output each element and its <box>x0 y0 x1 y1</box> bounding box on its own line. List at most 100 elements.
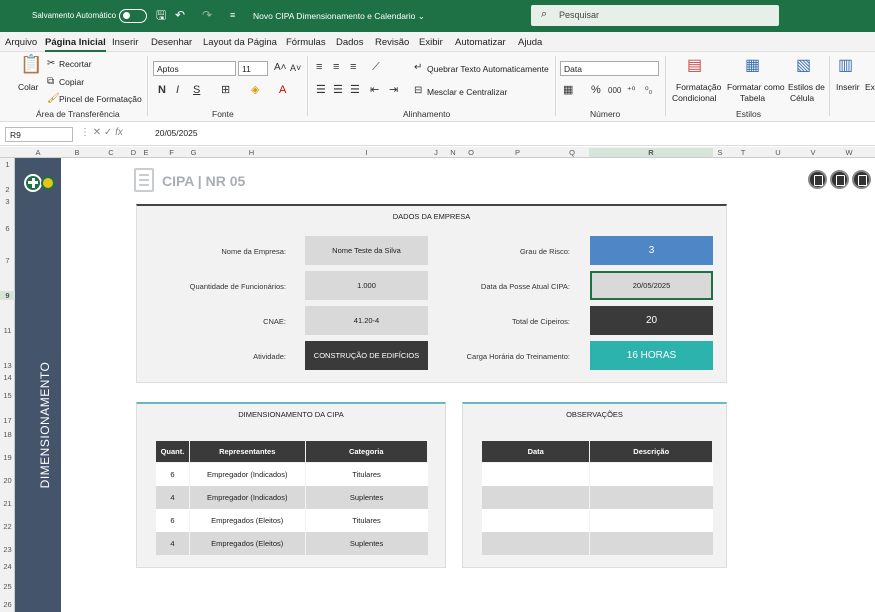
format-painter-icon[interactable]: 🖌 <box>47 93 60 105</box>
insert-cells-button[interactable]: Inserir <box>836 82 860 92</box>
cell-categoria[interactable]: Titulares <box>304 508 428 532</box>
tab-pagina-inicial[interactable]: Página Inicial <box>45 37 106 52</box>
activity-value[interactable]: CONSTRUÇÃO DE EDIFÍCIOS <box>305 341 428 370</box>
cell-descricao[interactable] <box>589 508 713 532</box>
column-header[interactable]: S <box>713 148 727 157</box>
number-format-select[interactable]: Data <box>560 61 659 76</box>
posse-date-cell-selected[interactable]: 20/05/2025 <box>590 271 713 300</box>
align-top-icon[interactable]: ≡ <box>316 61 322 73</box>
tab-formulas[interactable]: Fórmulas <box>286 37 326 48</box>
row-header[interactable]: 23 <box>0 545 15 554</box>
align-right-icon[interactable]: ☰ <box>350 84 360 96</box>
nav-button-calendar[interactable] <box>830 170 849 189</box>
cell-data[interactable] <box>480 462 590 486</box>
column-header[interactable]: C <box>93 148 129 157</box>
cnae-value[interactable]: 41.20-4 <box>305 306 428 335</box>
format-painter-button[interactable]: Pincel de Formatação <box>59 94 142 104</box>
bold-icon[interactable]: N <box>158 84 166 96</box>
row-header[interactable]: 18 <box>0 430 15 439</box>
copy-button[interactable]: Copiar <box>59 77 84 87</box>
cell-data[interactable] <box>480 485 590 509</box>
row-header[interactable]: 26 <box>0 600 15 609</box>
row-header[interactable]: 20 <box>0 476 15 485</box>
tab-layout[interactable]: Layout da Página <box>203 37 277 48</box>
fill-color-icon[interactable]: ◈ <box>251 84 259 96</box>
cell-styles-icon[interactable]: ▧ <box>796 58 811 74</box>
row-header[interactable]: 21 <box>0 499 15 508</box>
cell-data[interactable] <box>480 508 590 532</box>
decrease-decimal-icon[interactable]: ⁰₀ <box>645 84 652 96</box>
format-table-icon[interactable]: ▦ <box>745 58 760 74</box>
increase-font-icon[interactable]: A˄ <box>274 62 287 74</box>
align-middle-icon[interactable]: ≡ <box>333 61 339 73</box>
row-header[interactable]: 24 <box>0 562 15 571</box>
company-name-value[interactable]: Nome Teste da Silva <box>305 236 428 265</box>
insert-cells-icon[interactable]: ▥ <box>838 58 853 74</box>
row-header[interactable]: 11 <box>0 326 15 335</box>
conditional-format-icon[interactable]: ▤ <box>687 58 702 74</box>
cut-button[interactable]: Recortar <box>59 59 92 69</box>
row-header[interactable]: 19 <box>0 453 15 462</box>
cell-quant[interactable]: 4 <box>155 531 190 555</box>
cell-descricao[interactable] <box>589 531 713 555</box>
column-header[interactable]: D <box>129 148 138 157</box>
column-header[interactable]: I <box>305 148 428 157</box>
row-header[interactable]: 17 <box>0 416 15 425</box>
autosave-toggle[interactable] <box>119 9 147 23</box>
save-icon[interactable]: 🖫 <box>156 8 166 22</box>
decrease-indent-icon[interactable]: ⇤ <box>370 84 379 96</box>
paste-icon[interactable]: 📋 <box>20 55 42 73</box>
cell-styles-button-l1[interactable]: Estilos de <box>788 82 825 92</box>
format-table-button-l1[interactable]: Formatar como <box>727 82 785 92</box>
increase-decimal-icon[interactable]: ⁺⁰ <box>627 84 635 96</box>
nav-button-clipboard[interactable] <box>808 170 827 189</box>
tab-ajuda[interactable]: Ajuda <box>518 37 542 48</box>
column-header[interactable]: E <box>138 148 154 157</box>
cell-representantes[interactable]: Empregados (Eleitos) <box>188 508 306 532</box>
column-header[interactable]: G <box>189 148 198 157</box>
column-header[interactable]: H <box>198 148 305 157</box>
column-header[interactable]: F <box>154 148 189 157</box>
column-header[interactable]: P <box>480 148 555 157</box>
align-center-icon[interactable]: ☰ <box>333 84 343 96</box>
borders-icon[interactable]: ⊞ <box>221 84 230 96</box>
row-header[interactable]: 1 <box>0 160 15 169</box>
font-size-select[interactable]: 11 <box>238 61 268 76</box>
conditional-format-button-l1[interactable]: Formatação <box>676 82 721 92</box>
tab-exibir[interactable]: Exibir <box>419 37 443 48</box>
cell-descricao[interactable] <box>589 485 713 509</box>
column-header[interactable]: U <box>759 148 797 157</box>
underline-icon[interactable]: S <box>193 84 200 96</box>
font-color-icon[interactable]: A <box>279 84 286 96</box>
column-header[interactable]: B <box>61 148 93 157</box>
column-header[interactable]: N <box>444 148 462 157</box>
risk-value[interactable]: 3 <box>590 236 713 265</box>
formula-input[interactable]: 20/05/2025 <box>155 128 198 138</box>
column-header-selected[interactable]: R <box>589 148 713 157</box>
row-header[interactable]: 22 <box>0 522 15 531</box>
tab-inserir[interactable]: Inserir <box>112 37 138 48</box>
document-title[interactable]: Novo CIPA Dimensionamento e Calendario ⌄ <box>253 11 425 22</box>
cell-styles-button-l2[interactable]: Célula <box>790 93 814 103</box>
row-header[interactable]: 2 <box>0 185 15 194</box>
align-bottom-icon[interactable]: ≡ <box>350 61 356 73</box>
column-header[interactable]: Q <box>555 148 589 157</box>
thousands-icon[interactable]: 000 <box>608 85 621 97</box>
column-header[interactable]: J <box>428 148 444 157</box>
tab-dados[interactable]: Dados <box>336 37 363 48</box>
row-header[interactable]: 3 <box>0 197 15 206</box>
cell-categoria[interactable]: Titulares <box>304 462 428 486</box>
orientation-icon[interactable]: ⟋ <box>372 61 380 73</box>
align-left-icon[interactable]: ☰ <box>316 84 326 96</box>
cell-representantes[interactable]: Empregador (Indicados) <box>188 485 306 509</box>
cell-quant[interactable]: 4 <box>155 485 190 509</box>
cell-representantes[interactable]: Empregador (Indicados) <box>188 462 306 486</box>
wrap-text-button[interactable]: Quebrar Texto Automaticamente <box>427 64 549 74</box>
cell-data[interactable] <box>480 531 590 555</box>
merge-center-button[interactable]: Mesclar e Centralizar <box>427 87 507 97</box>
search-box[interactable]: ⌕ Pesquisar <box>531 5 779 26</box>
function-icon[interactable]: ⋮ ✕ ✓ fx <box>80 127 123 138</box>
cell-descricao[interactable] <box>589 462 713 486</box>
employees-value[interactable]: 1.000 <box>305 271 428 300</box>
customize-toolbar-icon[interactable]: ≡ <box>230 8 235 22</box>
